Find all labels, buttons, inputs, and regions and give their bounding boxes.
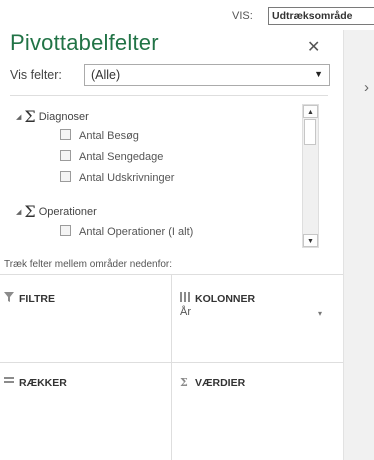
scroll-down-icon[interactable]: ▼ xyxy=(303,234,318,247)
columns-icon xyxy=(180,292,192,305)
chevron-down-icon[interactable]: ▾ xyxy=(318,309,322,318)
show-fields-value: (Alle) xyxy=(91,68,121,82)
rows-area-header: RÆKKER xyxy=(4,376,67,389)
group-label: Operationer xyxy=(38,206,97,218)
field-item[interactable]: Antal Udskrivninger xyxy=(60,171,174,185)
rows-icon xyxy=(4,376,16,389)
columns-area-label: KOLONNER xyxy=(195,293,256,305)
field-list-scrollbar[interactable]: ▲ ▼ xyxy=(302,104,319,248)
close-icon[interactable]: ✕ xyxy=(307,40,320,56)
expand-icon[interactable]: ◢ xyxy=(16,114,21,121)
field-group-diagnoser[interactable]: ◢ Σ Diagnoser xyxy=(16,107,89,126)
field-group-operationer[interactable]: ◢ Σ Operationer xyxy=(16,202,97,221)
view-label: VIS: xyxy=(232,10,253,22)
field-checkbox[interactable] xyxy=(60,171,71,182)
rows-area[interactable]: RÆKKER xyxy=(0,363,171,460)
show-fields-select[interactable]: (Alle) ▼ xyxy=(84,64,330,86)
field-item[interactable]: Antal Sengedage xyxy=(60,150,163,164)
filters-area-label: FILTRE xyxy=(19,293,55,305)
values-area-label: VÆRDIER xyxy=(195,377,246,389)
field-checkbox[interactable] xyxy=(60,150,71,161)
filters-area[interactable]: FILTRE xyxy=(0,275,171,362)
field-item[interactable]: Antal Besøg xyxy=(60,129,139,143)
expand-icon[interactable]: ◢ xyxy=(16,209,21,216)
field-label: Antal Operationer (I alt) xyxy=(79,226,194,238)
chevron-down-icon: ▼ xyxy=(314,69,323,79)
rows-area-label: RÆKKER xyxy=(19,377,67,389)
collapse-strip[interactable]: › xyxy=(343,30,374,460)
view-dropdown[interactable]: Udtræksområde xyxy=(268,7,374,25)
pivot-field-pane: VIS: Udtræksområde Pivottabelfelter ✕ Vi… xyxy=(0,0,374,460)
field-label: Antal Sengedage xyxy=(79,151,164,163)
field-list: ◢ Σ Diagnoser Antal Besøg Antal Sengedage … xyxy=(10,95,328,248)
scrollbar-thumb[interactable] xyxy=(304,119,316,145)
values-area[interactable]: Σ VÆRDIER xyxy=(172,363,343,460)
field-label: Antal Udskrivninger xyxy=(79,172,175,184)
values-area-header: Σ VÆRDIER xyxy=(180,376,245,389)
columns-field-item[interactable]: År xyxy=(180,306,191,318)
field-label: Antal Besøg xyxy=(79,130,139,142)
chevron-right-icon[interactable]: › xyxy=(364,80,369,95)
show-fields-label: Vis felter: xyxy=(10,68,62,82)
field-checkbox[interactable] xyxy=(60,129,71,140)
field-item[interactable]: Antal Operationer (I alt) xyxy=(60,225,193,239)
pane-title: Pivottabelfelter xyxy=(10,30,159,55)
drag-hint: Træk felter mellem områder nedenfor: xyxy=(4,259,173,270)
sigma-icon: Σ xyxy=(24,202,36,221)
filters-area-header: FILTRE xyxy=(4,292,55,305)
columns-area-header: KOLONNER xyxy=(180,292,255,305)
sigma-icon: Σ xyxy=(180,376,188,389)
group-label: Diagnoser xyxy=(38,111,89,123)
field-checkbox[interactable] xyxy=(60,225,71,236)
columns-area[interactable]: KOLONNER År ▾ xyxy=(172,275,343,362)
filter-icon xyxy=(4,292,16,305)
sigma-icon: Σ xyxy=(24,107,36,126)
scroll-up-icon[interactable]: ▲ xyxy=(303,105,318,118)
